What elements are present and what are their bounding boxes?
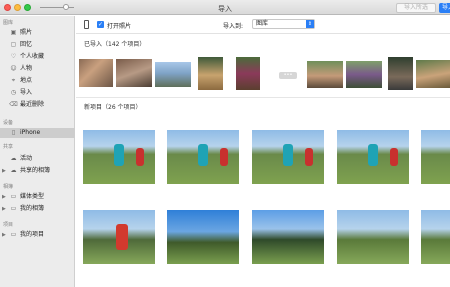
folder-icon: ▭ (10, 231, 17, 238)
cloud-icon: ☁ (10, 155, 17, 162)
rider-figure (220, 148, 228, 166)
import-pane: ✓ 打开照片 导入到: 图库 ⇕ 已导入（142 个项目） ••• 新项目（26 … (76, 16, 450, 287)
sidebar-item-iphone[interactable]: ▯ iPhone (0, 128, 75, 138)
import-to-label: 导入到: (223, 23, 244, 30)
sidebar-item-people[interactable]: ☺ 人物 (0, 64, 75, 74)
disclosure-triangle-icon[interactable]: ▶ (2, 230, 6, 240)
trash-icon: ⌫ (9, 101, 18, 108)
rider-figure (116, 224, 128, 250)
sidebar: 图库 ▣ 照片 ▢ 回忆 ♡ 个人收藏 ☺ 人物 ⌖ 地点 ◷ 导入 ⌫ 最近删除 设备 ▯ i… (0, 16, 75, 287)
rider-figure (368, 144, 378, 166)
imported-thumbnail[interactable] (155, 62, 191, 87)
rider-figure (305, 148, 313, 166)
disclosure-triangle-icon[interactable]: ▶ (2, 192, 6, 202)
chevron-updown-icon: ⇕ (306, 20, 314, 28)
places-icon: ⌖ (11, 77, 16, 84)
sidebar-item-recently-deleted[interactable]: ⌫ 最近删除 (0, 100, 75, 110)
section-devices: 设备 (3, 120, 14, 126)
rider-figure (283, 144, 293, 166)
imported-thumbnail[interactable] (79, 59, 113, 87)
sidebar-item-memories[interactable]: ▢ 回忆 (0, 40, 75, 50)
imported-thumbnail[interactable] (307, 61, 343, 88)
rider-figure (390, 148, 398, 166)
import-toolbar: ✓ 打开照片 导入到: 图库 ⇕ (76, 16, 450, 34)
cloud-icon: ☁ (10, 167, 17, 174)
rider-figure (114, 144, 124, 166)
sidebar-item-shared-albums[interactable]: ▶ ☁ 共享的相簿 (0, 166, 75, 176)
section-albums: 相簿 (3, 184, 14, 190)
disclosure-triangle-icon[interactable]: ▶ (2, 166, 6, 176)
new-item-thumbnail[interactable] (421, 130, 450, 184)
sidebar-item-imports[interactable]: ◷ 导入 (0, 88, 75, 98)
section-shared: 共享 (3, 144, 14, 150)
title-bar: 导入 导入所选 导入所有 (0, 0, 450, 15)
iphone-icon (84, 20, 89, 29)
new-item-thumbnail[interactable] (337, 210, 409, 264)
new-item-thumbnail[interactable] (167, 210, 239, 264)
imported-thumbnail[interactable] (416, 60, 450, 88)
new-item-thumbnail[interactable] (421, 210, 450, 264)
imported-heading: 已导入（142 个项目） (84, 41, 146, 48)
sidebar-item-activity[interactable]: ☁ 活动 (0, 154, 75, 164)
more-items-indicator: ••• (279, 72, 297, 79)
imported-thumbnail[interactable] (236, 57, 260, 90)
memories-icon: ▢ (10, 41, 17, 48)
imported-thumbnail[interactable] (388, 57, 413, 90)
new-items-heading: 新项目（26 个项目） (84, 104, 142, 111)
imported-thumbnail[interactable] (346, 61, 382, 88)
sidebar-item-photos[interactable]: ▣ 照片 (0, 28, 75, 38)
section-projects: 项目 (3, 222, 14, 228)
sidebar-item-places[interactable]: ⌖ 地点 (0, 76, 75, 86)
rider-figure (136, 148, 144, 166)
sidebar-item-my-projects[interactable]: ▶ ▭ 我的项目 (0, 230, 75, 240)
people-icon: ☺ (10, 65, 17, 72)
sidebar-item-favorites[interactable]: ♡ 个人收藏 (0, 52, 75, 62)
open-photos-checkbox[interactable]: ✓ (97, 21, 104, 28)
destination-select[interactable]: 图库 ⇕ (252, 19, 315, 29)
section-divider (76, 97, 450, 98)
sidebar-item-my-albums[interactable]: ▶ ▭ 我的相簿 (0, 204, 75, 214)
folder-icon: ▭ (10, 193, 17, 200)
import-selected-button[interactable]: 导入所选 (396, 3, 436, 13)
iphone-icon: ▯ (11, 129, 16, 136)
import-clock-icon: ◷ (10, 89, 17, 96)
photos-icon: ▣ (10, 29, 17, 36)
rider-figure (198, 144, 208, 166)
destination-value: 图库 (256, 20, 269, 27)
new-item-thumbnail[interactable] (252, 210, 324, 264)
imported-thumbnail[interactable] (116, 59, 152, 87)
window-title: 导入 (218, 5, 232, 13)
import-all-button[interactable]: 导入所有 (439, 3, 450, 13)
folder-icon: ▭ (10, 205, 17, 212)
imported-thumbnail[interactable] (198, 57, 223, 90)
sidebar-item-media-types[interactable]: ▶ ▭ 媒体类型 (0, 192, 75, 202)
disclosure-triangle-icon[interactable]: ▶ (2, 204, 6, 214)
heart-icon: ♡ (10, 53, 17, 60)
section-library: 图库 (3, 20, 14, 26)
open-photos-label: 打开照片 (107, 23, 132, 30)
